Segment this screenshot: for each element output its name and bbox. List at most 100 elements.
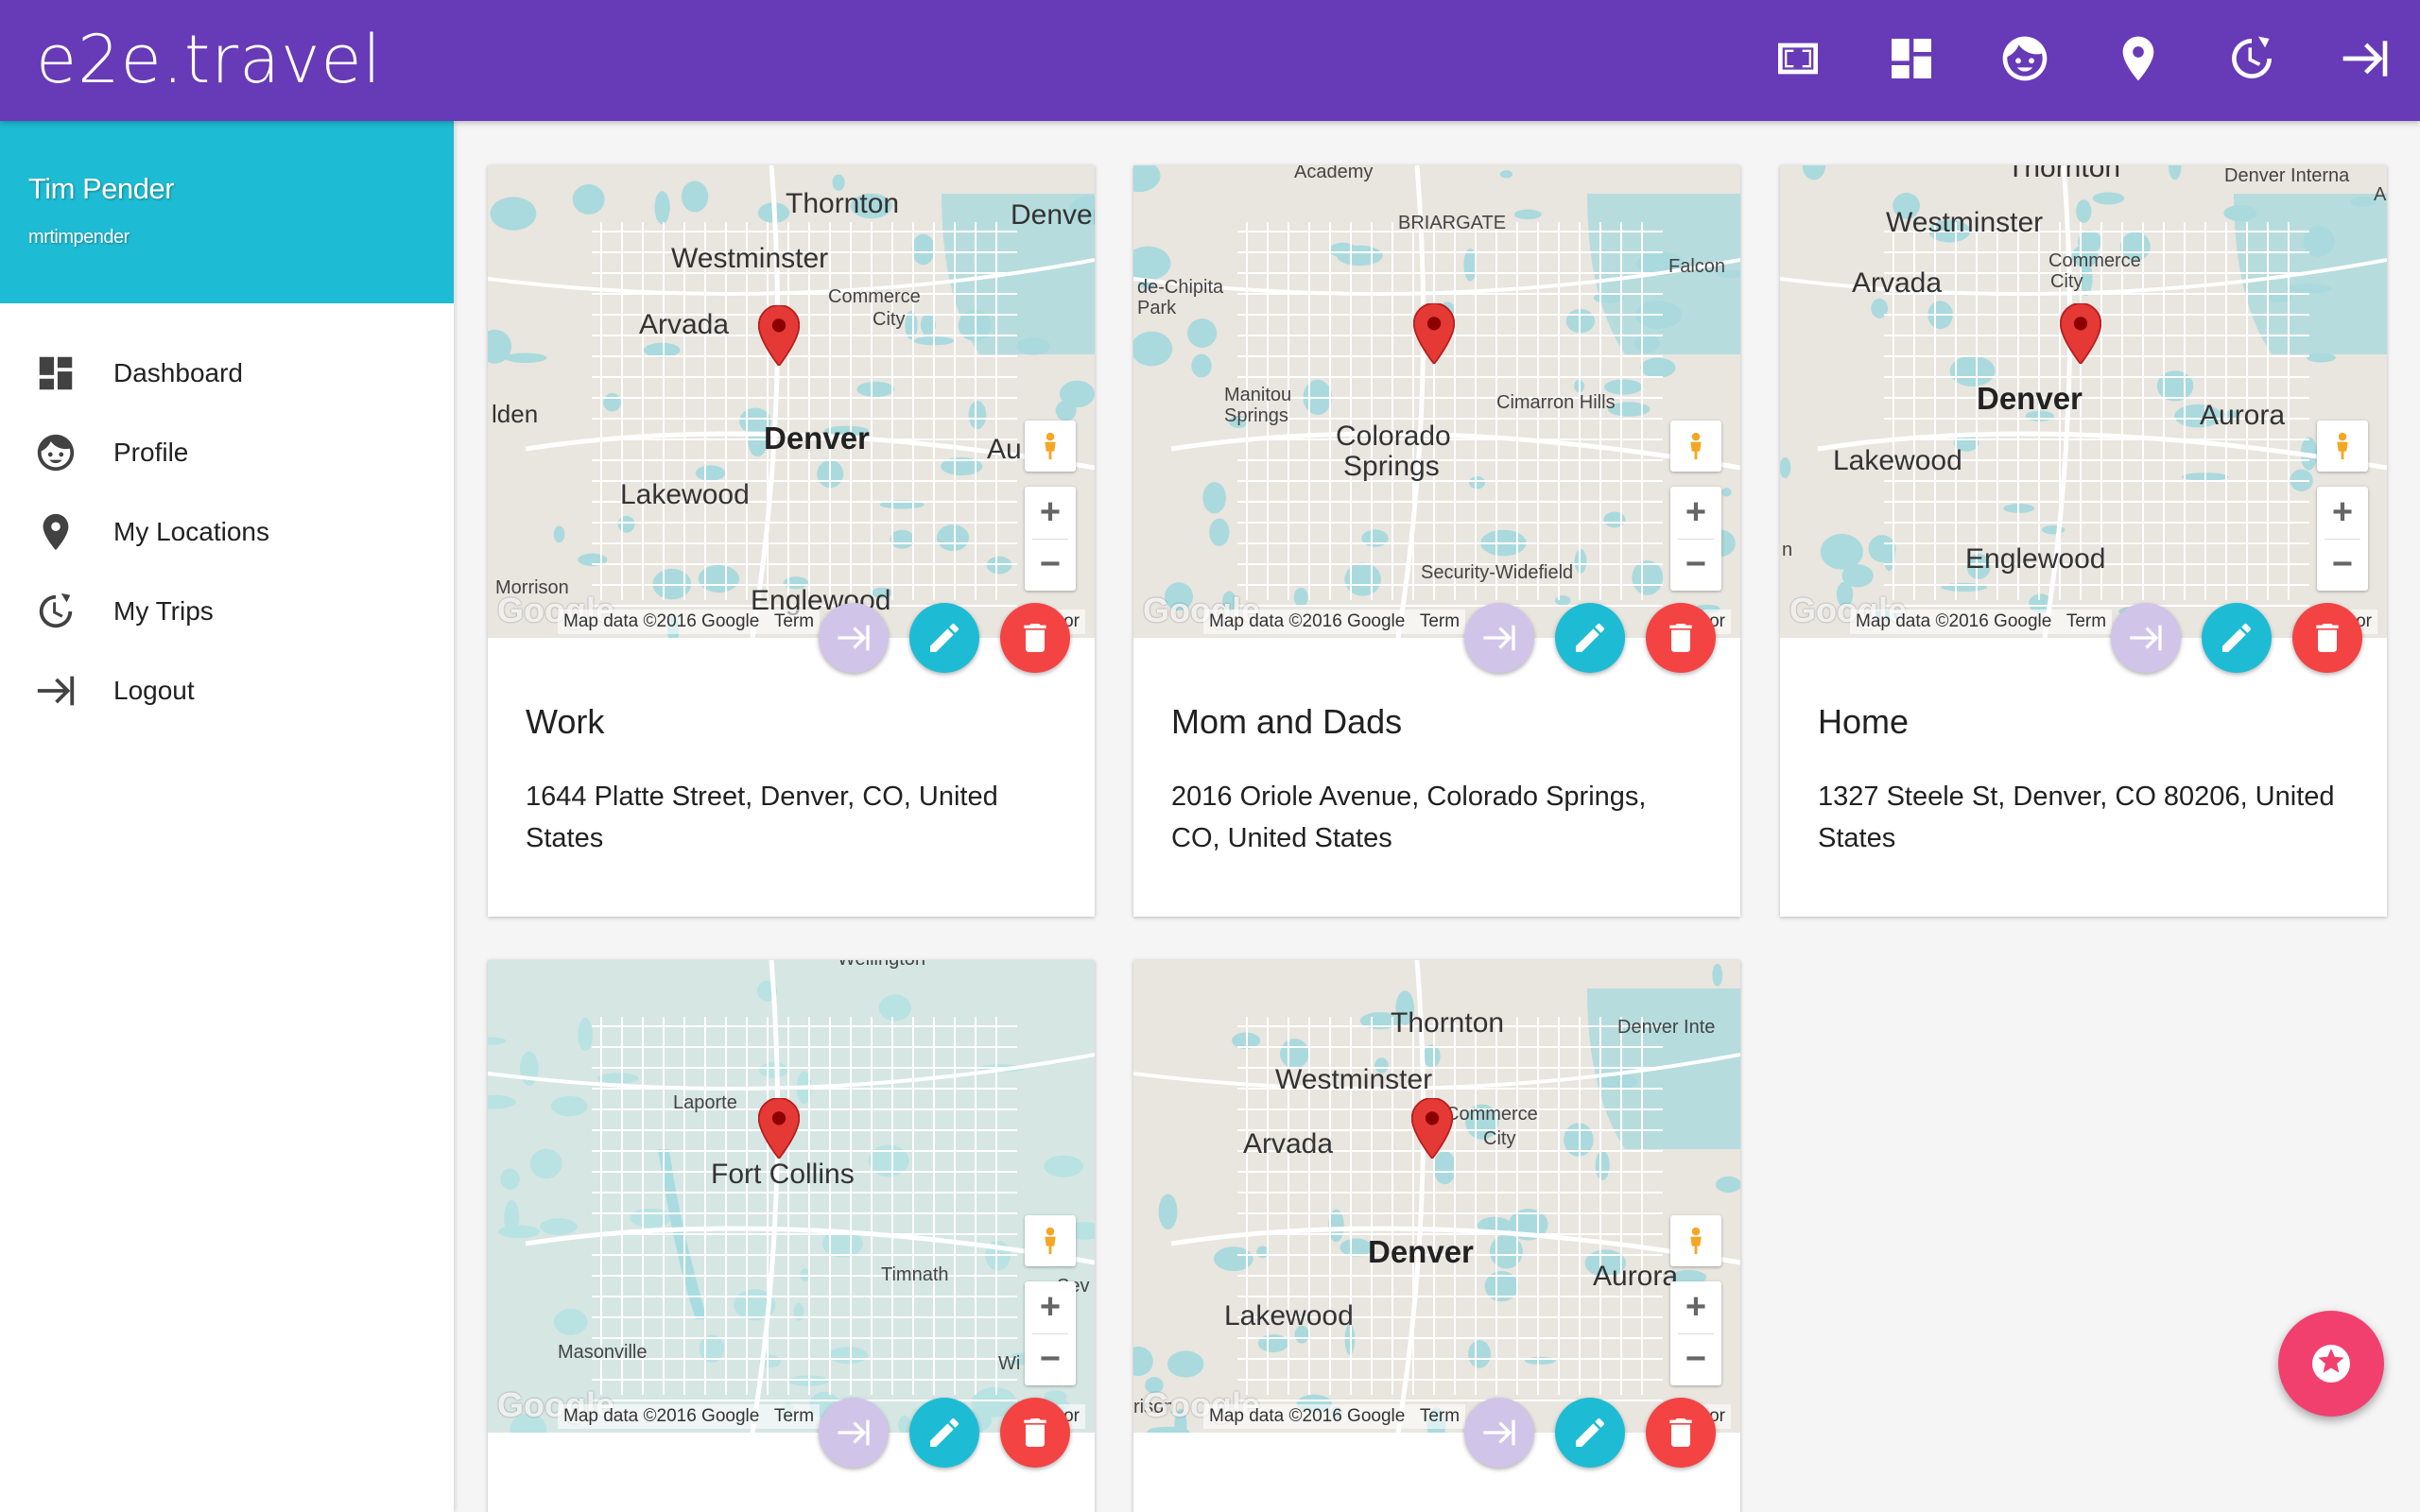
sidebar-item-my-trips[interactable]: My Trips bbox=[0, 572, 454, 651]
sidebar-item-profile[interactable]: Profile bbox=[0, 413, 454, 492]
app-logo[interactable]: e2e.travel bbox=[36, 21, 382, 98]
location-card: Thornton Denver Westminster Commerce City Arv… bbox=[488, 165, 1095, 917]
delete-location-button[interactable] bbox=[1000, 603, 1070, 673]
street-view-pegman-icon[interactable] bbox=[2317, 421, 2368, 472]
map-place-label: Lakewood bbox=[1224, 1300, 1354, 1332]
map-place-label: Security-Widefield bbox=[1421, 562, 1574, 583]
sidebar-item-label: Dashboard bbox=[113, 358, 243, 387]
sidebar-item-label: Profile bbox=[113, 438, 189, 467]
map-marker-icon[interactable] bbox=[2060, 303, 2101, 364]
zoom-in-button[interactable]: + bbox=[2317, 487, 2368, 539]
location-map[interactable]: Thornton Denver Inte Westminster Commerce Ci… bbox=[1133, 960, 1740, 1433]
start-trip-button[interactable] bbox=[1464, 603, 1534, 673]
street-view-pegman-icon[interactable] bbox=[1025, 421, 1076, 472]
topbar-actions bbox=[1772, 28, 2392, 89]
add-location-button[interactable] bbox=[2278, 1311, 2384, 1417]
dashboard-icon[interactable] bbox=[1885, 28, 1938, 89]
location-icon[interactable] bbox=[2112, 28, 2165, 89]
map-place-label: Springs bbox=[1343, 451, 1440, 482]
map-marker-icon[interactable] bbox=[1411, 1098, 1453, 1159]
delete-location-button[interactable] bbox=[1646, 1398, 1716, 1468]
map-zoom-control: + − bbox=[1670, 1281, 1721, 1385]
zoom-in-button[interactable]: + bbox=[1025, 1281, 1076, 1333]
start-trip-button[interactable] bbox=[819, 603, 889, 673]
edit-location-button[interactable] bbox=[909, 1398, 979, 1468]
map-place-label: Lakewood bbox=[1833, 445, 1962, 476]
fullscreen-icon[interactable] bbox=[1772, 28, 1824, 89]
sidebar-item-dashboard[interactable]: Dashboard bbox=[0, 334, 454, 413]
edit-location-button[interactable] bbox=[909, 603, 979, 673]
terms-link[interactable]: Term bbox=[1420, 1406, 1460, 1426]
location-map[interactable]: Thornton Denver Interna A Westminster Commer… bbox=[1780, 165, 2387, 638]
zoom-in-button[interactable]: + bbox=[1025, 487, 1076, 539]
zoom-out-button[interactable]: − bbox=[2317, 539, 2368, 591]
map-place-label: Wellington bbox=[838, 960, 925, 971]
location-card: Academy BRIARGATE de-Chipita Park Falcon Mani… bbox=[1133, 165, 1740, 917]
terms-link[interactable]: Term bbox=[774, 1406, 814, 1426]
map-place-label: Masonville bbox=[558, 1342, 648, 1363]
map-place-label: Westminster bbox=[1886, 207, 2044, 238]
location-map[interactable]: Thornton Denver Westminster Commerce City Arv… bbox=[488, 165, 1095, 638]
delete-location-button[interactable] bbox=[2292, 603, 2362, 673]
map-place-label: Westminster bbox=[671, 243, 829, 274]
map-place-label: Denver Inte bbox=[1617, 1017, 1716, 1038]
location-map[interactable]: Academy BRIARGATE de-Chipita Park Falcon Mani… bbox=[1133, 165, 1740, 638]
start-trip-button[interactable] bbox=[1464, 1398, 1534, 1468]
map-place-label: Thornton bbox=[2007, 165, 2121, 183]
location-map[interactable]: WellingtonLaporteFort CollinsTimnathSevM… bbox=[488, 960, 1095, 1433]
map-marker-icon[interactable] bbox=[1413, 303, 1455, 364]
map-place-label: Thornton bbox=[786, 188, 900, 219]
profile-icon[interactable] bbox=[1998, 28, 2051, 89]
trips-icon[interactable] bbox=[2225, 28, 2278, 89]
logout-icon[interactable] bbox=[2339, 28, 2392, 89]
edit-location-button[interactable] bbox=[2202, 603, 2272, 673]
map-place-label: City bbox=[873, 309, 906, 330]
map-place-label: Englewood bbox=[1965, 543, 2106, 575]
location-title: Work bbox=[526, 702, 605, 741]
delete-location-button[interactable] bbox=[1000, 1398, 1070, 1468]
map-attribution: Map data ©2016 Google Term bbox=[1203, 1404, 1466, 1429]
map-place-label: Denver bbox=[1368, 1234, 1474, 1269]
map-marker-icon[interactable] bbox=[758, 305, 800, 366]
delete-location-button[interactable] bbox=[1646, 603, 1716, 673]
user-header: Tim Pender mrtimpender bbox=[0, 121, 454, 303]
start-trip-button[interactable] bbox=[819, 1398, 889, 1468]
terms-link[interactable]: Term bbox=[1420, 611, 1460, 631]
edit-location-button[interactable] bbox=[1555, 603, 1625, 673]
map-place-label: Commerce bbox=[1445, 1104, 1538, 1125]
map-place-label: Academy bbox=[1294, 165, 1374, 182]
terms-link[interactable]: Term bbox=[2066, 611, 2106, 631]
street-view-pegman-icon[interactable] bbox=[1025, 1215, 1076, 1266]
dashboard-icon bbox=[39, 356, 73, 390]
sidebar-nav: Dashboard Profile My Locations My Trips … bbox=[0, 303, 454, 730]
logout-icon bbox=[37, 676, 75, 706]
map-place-label: Park bbox=[1137, 298, 1177, 318]
map-place-label: Aurora bbox=[2200, 400, 2286, 431]
zoom-in-button[interactable]: + bbox=[1670, 1281, 1721, 1333]
location-card: Thornton Denver Interna A Westminster Commer… bbox=[1780, 165, 2387, 917]
terms-link[interactable]: Term bbox=[774, 611, 814, 631]
street-view-pegman-icon[interactable] bbox=[1670, 421, 1721, 472]
sidebar-item-logout[interactable]: Logout bbox=[0, 651, 454, 730]
map-zoom-control: + − bbox=[1025, 1281, 1076, 1385]
card-content: Mom and Dads 2016 Oriole Avenue, Colorad… bbox=[1133, 638, 1740, 897]
map-place-label: Timnath bbox=[881, 1264, 949, 1285]
street-view-pegman-icon[interactable] bbox=[1670, 1215, 1721, 1266]
map-place-label: Denver bbox=[1977, 381, 2083, 416]
zoom-in-button[interactable]: + bbox=[1670, 487, 1721, 539]
map-place-label: Wi bbox=[998, 1353, 1021, 1374]
map-place-label: Commerce bbox=[2048, 250, 2141, 271]
start-trip-button[interactable] bbox=[2111, 603, 2181, 673]
map-attribution: Map data ©2016 Google Term bbox=[1850, 610, 2113, 634]
map-place-label: Laporte bbox=[673, 1092, 737, 1113]
map-place-label: Thornton bbox=[1391, 1007, 1505, 1039]
edit-location-button[interactable] bbox=[1555, 1398, 1625, 1468]
star-badge-icon bbox=[2312, 1345, 2350, 1383]
map-marker-icon[interactable] bbox=[758, 1098, 800, 1159]
zoom-out-button[interactable]: − bbox=[1025, 1333, 1076, 1385]
zoom-out-button[interactable]: − bbox=[1670, 539, 1721, 591]
zoom-out-button[interactable]: − bbox=[1025, 539, 1076, 591]
sidebar-item-my-locations[interactable]: My Locations bbox=[0, 492, 454, 572]
zoom-out-button[interactable]: − bbox=[1670, 1333, 1721, 1385]
map-place-label: lden bbox=[492, 400, 539, 428]
